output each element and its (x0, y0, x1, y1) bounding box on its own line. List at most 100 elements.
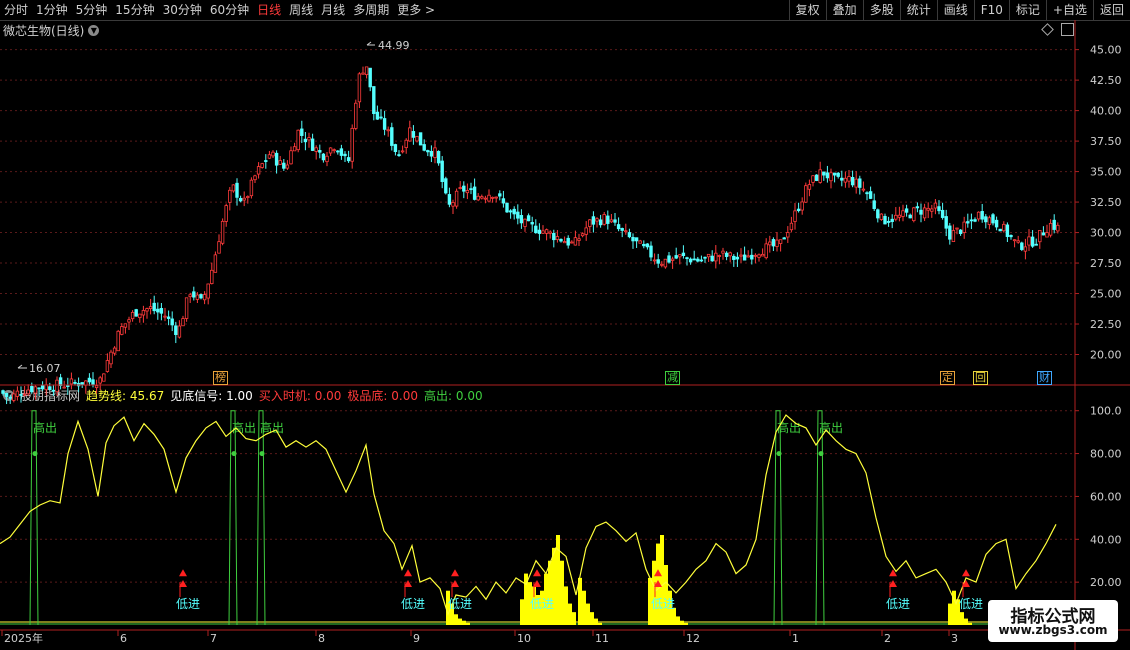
candle-body (328, 147, 333, 154)
candle-body (94, 385, 99, 389)
candle-body (336, 150, 340, 153)
candle-body (634, 237, 639, 242)
bottom-signal-bar (454, 614, 458, 625)
candle-body (483, 197, 488, 200)
event-badge[interactable]: 回 (973, 371, 988, 385)
candle-body (447, 194, 452, 205)
event-badge[interactable]: 财 (1037, 371, 1052, 385)
event-badge[interactable]: 减 (665, 371, 680, 385)
bottom-signal-bar (660, 535, 664, 625)
high-out-spike (256, 410, 266, 626)
candle-body (627, 232, 632, 238)
candle-body (840, 177, 844, 181)
candle-body (404, 139, 408, 149)
candle-body (674, 255, 678, 259)
bottom-signal-bar (568, 603, 572, 625)
candle-body (832, 172, 837, 176)
candle-body (206, 283, 210, 299)
candle-body (346, 157, 351, 162)
candle-body (296, 129, 300, 151)
candle-body (318, 150, 322, 153)
candle-body (246, 196, 250, 198)
candle-body (184, 297, 189, 319)
candle-body (652, 259, 657, 262)
candle-body (332, 149, 336, 152)
candle-body (696, 258, 700, 262)
price-high-label: 44.99 (378, 39, 410, 52)
candle-body (105, 360, 110, 372)
candle-body (688, 258, 693, 263)
high-out-label: 高出 (33, 420, 57, 435)
candle-body (523, 218, 527, 227)
watermark-url: www.zbgs3.com (998, 623, 1108, 637)
candle-body (883, 215, 887, 225)
candle-body (681, 252, 686, 257)
candle-body (541, 230, 545, 234)
high-out-dot (32, 451, 38, 457)
candle-body (472, 186, 477, 200)
candle-body (991, 214, 995, 224)
candle-body (22, 393, 27, 396)
candle-body (325, 155, 329, 163)
candle-body (210, 269, 214, 284)
low-in-label: 低进 (176, 597, 200, 611)
candle-body (645, 243, 650, 248)
candle-body (224, 205, 228, 222)
candle-body (501, 198, 506, 204)
x-axis-label: 9 (413, 632, 420, 645)
candle-body (166, 316, 171, 319)
candle-body (933, 202, 938, 209)
candle-body (786, 232, 790, 238)
event-badge[interactable]: 定 (940, 371, 955, 385)
x-axis-label: 11 (595, 632, 609, 645)
candle-body (300, 128, 304, 136)
high-out-spike (29, 410, 39, 626)
high-out-label: 高出 (777, 420, 801, 435)
candle-body (202, 294, 207, 301)
candle-body (379, 116, 383, 119)
candle-body (1045, 232, 1049, 238)
candle-body (699, 259, 704, 262)
candle-body (91, 379, 95, 386)
candle-body (667, 255, 671, 263)
candle-body (440, 160, 444, 182)
candle-body (48, 386, 52, 391)
candle-body (782, 237, 786, 240)
candle-body (757, 254, 761, 258)
candle-body (598, 219, 603, 226)
candle-body (220, 220, 225, 244)
candle-body (868, 191, 873, 199)
candle-body (199, 294, 203, 299)
candle-body (591, 216, 596, 225)
high-pointer-icon (366, 41, 375, 46)
buy-arrow-icon (962, 569, 970, 577)
candle-body (660, 263, 664, 266)
candle-body (498, 193, 502, 197)
candle-body (116, 330, 120, 352)
low-in-label: 低进 (886, 597, 910, 611)
kline-chart-canvas[interactable]: 高出 高出 高出 高出 高出低进 低进 低进 低进 低进 低进 低进 45.0042.5040.00… (0, 0, 1130, 650)
candle-body (476, 195, 480, 201)
candle-body (429, 150, 434, 157)
candle-body (400, 150, 405, 153)
candle-body (145, 308, 149, 312)
candle-body (890, 218, 894, 222)
candle-body (1056, 224, 1060, 232)
candle-body (462, 185, 466, 192)
candle-body (613, 219, 617, 223)
candle-body (1041, 232, 1046, 236)
candle-body (343, 153, 347, 157)
candle-body (624, 230, 628, 233)
bottom-signal-bar (664, 565, 668, 625)
candle-body (1002, 223, 1006, 232)
bottom-signal-bar (594, 618, 598, 625)
candle-body (886, 220, 891, 223)
x-axis-label: 3 (951, 632, 958, 645)
candle-body (739, 254, 743, 257)
candle-body (602, 214, 606, 225)
buy-arrow-icon (533, 569, 541, 577)
event-badge[interactable]: 榜 (213, 371, 228, 385)
candle-body (37, 387, 41, 390)
candle-body (170, 318, 174, 326)
candle-body (249, 179, 254, 197)
